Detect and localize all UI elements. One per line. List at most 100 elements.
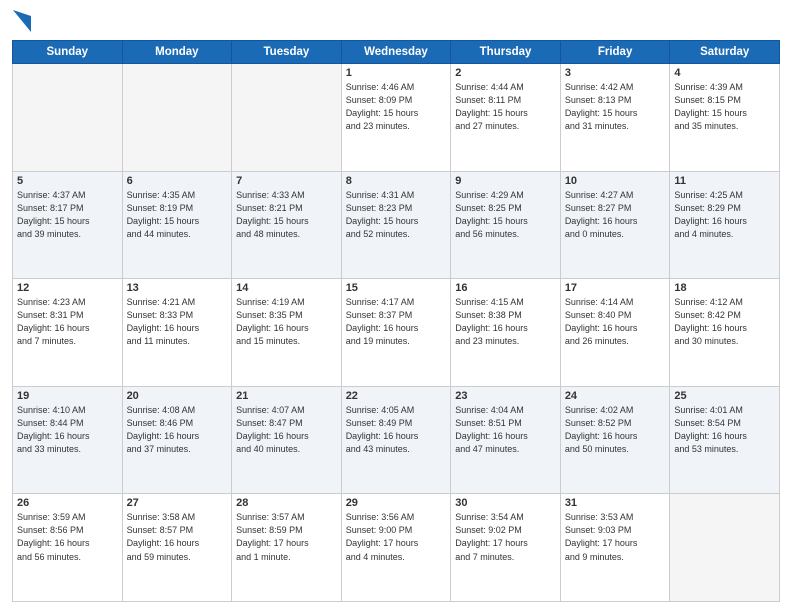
calendar-day-cell: 23 Sunrise: 4:04 AM Sunset: 8:51 PM Dayli… — [451, 386, 561, 494]
day-of-week-header: Sunday — [13, 41, 123, 64]
day-info: Sunrise: 4:35 AM Sunset: 8:19 PM Dayligh… — [127, 189, 228, 241]
calendar-day-cell: 15 Sunrise: 4:17 AM Sunset: 8:37 PM Dayli… — [341, 279, 451, 387]
calendar-day-cell: 21 Sunrise: 4:07 AM Sunset: 8:47 PM Dayli… — [232, 386, 342, 494]
day-number: 13 — [127, 282, 228, 294]
day-info: Sunrise: 4:44 AM Sunset: 8:11 PM Dayligh… — [455, 81, 556, 133]
day-info: Sunrise: 3:58 AM Sunset: 8:57 PM Dayligh… — [127, 511, 228, 563]
calendar-day-cell: 25 Sunrise: 4:01 AM Sunset: 8:54 PM Dayli… — [670, 386, 780, 494]
calendar-day-cell: 12 Sunrise: 4:23 AM Sunset: 8:31 PM Dayli… — [13, 279, 123, 387]
day-info: Sunrise: 3:57 AM Sunset: 8:59 PM Dayligh… — [236, 511, 337, 563]
day-info: Sunrise: 3:53 AM Sunset: 9:03 PM Dayligh… — [565, 511, 666, 563]
calendar-day-cell: 11 Sunrise: 4:25 AM Sunset: 8:29 PM Dayli… — [670, 171, 780, 279]
day-info: Sunrise: 4:01 AM Sunset: 8:54 PM Dayligh… — [674, 404, 775, 456]
day-info: Sunrise: 3:54 AM Sunset: 9:02 PM Dayligh… — [455, 511, 556, 563]
day-info: Sunrise: 4:23 AM Sunset: 8:31 PM Dayligh… — [17, 296, 118, 348]
day-info: Sunrise: 4:25 AM Sunset: 8:29 PM Dayligh… — [674, 189, 775, 241]
day-number: 11 — [674, 175, 775, 187]
calendar-day-cell: 29 Sunrise: 3:56 AM Sunset: 9:00 PM Dayli… — [341, 494, 451, 602]
calendar-day-cell: 30Sunrise: 3:54 AM Sunset: 9:02 PM Dayli… — [451, 494, 561, 602]
day-info: Sunrise: 4:17 AM Sunset: 8:37 PM Dayligh… — [346, 296, 447, 348]
day-number: 5 — [17, 175, 118, 187]
calendar-day-cell: 10 Sunrise: 4:27 AM Sunset: 8:27 PM Dayli… — [560, 171, 670, 279]
day-number: 18 — [674, 282, 775, 294]
day-number: 31 — [565, 497, 666, 509]
calendar-day-cell: 31 Sunrise: 3:53 AM Sunset: 9:03 PM Dayli… — [560, 494, 670, 602]
day-number: 20 — [127, 390, 228, 402]
day-number: 25 — [674, 390, 775, 402]
day-info: Sunrise: 4:29 AM Sunset: 8:25 PM Dayligh… — [455, 189, 556, 241]
calendar-day-cell: 5 Sunrise: 4:37 AM Sunset: 8:17 PM Daylig… — [13, 171, 123, 279]
calendar-day-cell: 6 Sunrise: 4:35 AM Sunset: 8:19 PM Daylig… — [122, 171, 232, 279]
logo-icon — [13, 10, 31, 32]
calendar-week-row: 1 Sunrise: 4:46 AM Sunset: 8:09 PM Daylig… — [13, 64, 780, 172]
day-info: Sunrise: 4:10 AM Sunset: 8:44 PM Dayligh… — [17, 404, 118, 456]
calendar-day-cell: 22 Sunrise: 4:05 AM Sunset: 8:49 PM Dayli… — [341, 386, 451, 494]
day-info: Sunrise: 4:08 AM Sunset: 8:46 PM Dayligh… — [127, 404, 228, 456]
logo — [12, 10, 31, 32]
day-number: 23 — [455, 390, 556, 402]
day-number: 24 — [565, 390, 666, 402]
day-info: Sunrise: 4:46 AM Sunset: 8:09 PM Dayligh… — [346, 81, 447, 133]
calendar-day-cell: 8 Sunrise: 4:31 AM Sunset: 8:23 PM Daylig… — [341, 171, 451, 279]
day-number: 16 — [455, 282, 556, 294]
page: SundayMondayTuesdayWednesdayThursdayFrid… — [0, 0, 792, 612]
calendar-day-cell: 9 Sunrise: 4:29 AM Sunset: 8:25 PM Daylig… — [451, 171, 561, 279]
day-number: 2 — [455, 67, 556, 79]
day-number: 29 — [346, 497, 447, 509]
day-number: 22 — [346, 390, 447, 402]
day-info: Sunrise: 4:27 AM Sunset: 8:27 PM Dayligh… — [565, 189, 666, 241]
calendar-day-cell: 18 Sunrise: 4:12 AM Sunset: 8:42 PM Dayli… — [670, 279, 780, 387]
calendar-week-row: 19 Sunrise: 4:10 AM Sunset: 8:44 PM Dayli… — [13, 386, 780, 494]
day-of-week-header: Tuesday — [232, 41, 342, 64]
calendar-day-cell: 1 Sunrise: 4:46 AM Sunset: 8:09 PM Daylig… — [341, 64, 451, 172]
day-of-week-header: Friday — [560, 41, 670, 64]
calendar-week-row: 26Sunrise: 3:59 AM Sunset: 8:56 PM Dayli… — [13, 494, 780, 602]
day-info: Sunrise: 4:31 AM Sunset: 8:23 PM Dayligh… — [346, 189, 447, 241]
day-info: Sunrise: 4:15 AM Sunset: 8:38 PM Dayligh… — [455, 296, 556, 348]
calendar-day-cell: 4Sunrise: 4:39 AM Sunset: 8:15 PM Daylig… — [670, 64, 780, 172]
calendar-day-cell: 26Sunrise: 3:59 AM Sunset: 8:56 PM Dayli… — [13, 494, 123, 602]
day-number: 19 — [17, 390, 118, 402]
calendar-day-cell: 13Sunrise: 4:21 AM Sunset: 8:33 PM Dayli… — [122, 279, 232, 387]
calendar-day-cell — [232, 64, 342, 172]
day-number: 28 — [236, 497, 337, 509]
day-number: 26 — [17, 497, 118, 509]
day-of-week-header: Thursday — [451, 41, 561, 64]
day-number: 14 — [236, 282, 337, 294]
day-info: Sunrise: 4:04 AM Sunset: 8:51 PM Dayligh… — [455, 404, 556, 456]
day-number: 6 — [127, 175, 228, 187]
day-number: 10 — [565, 175, 666, 187]
day-number: 21 — [236, 390, 337, 402]
calendar-day-cell: 28 Sunrise: 3:57 AM Sunset: 8:59 PM Dayli… — [232, 494, 342, 602]
day-number: 8 — [346, 175, 447, 187]
day-info: Sunrise: 4:12 AM Sunset: 8:42 PM Dayligh… — [674, 296, 775, 348]
day-number: 9 — [455, 175, 556, 187]
calendar-table: SundayMondayTuesdayWednesdayThursdayFrid… — [12, 40, 780, 602]
day-number: 17 — [565, 282, 666, 294]
day-info: Sunrise: 4:33 AM Sunset: 8:21 PM Dayligh… — [236, 189, 337, 241]
day-info: Sunrise: 4:42 AM Sunset: 8:13 PM Dayligh… — [565, 81, 666, 133]
calendar-day-cell: 27Sunrise: 3:58 AM Sunset: 8:57 PM Dayli… — [122, 494, 232, 602]
day-info: Sunrise: 4:05 AM Sunset: 8:49 PM Dayligh… — [346, 404, 447, 456]
calendar-day-cell: 14 Sunrise: 4:19 AM Sunset: 8:35 PM Dayli… — [232, 279, 342, 387]
calendar-week-row: 12 Sunrise: 4:23 AM Sunset: 8:31 PM Dayli… — [13, 279, 780, 387]
calendar-header-row: SundayMondayTuesdayWednesdayThursdayFrid… — [13, 41, 780, 64]
day-info: Sunrise: 4:37 AM Sunset: 8:17 PM Dayligh… — [17, 189, 118, 241]
calendar-day-cell: 17 Sunrise: 4:14 AM Sunset: 8:40 PM Dayli… — [560, 279, 670, 387]
day-of-week-header: Monday — [122, 41, 232, 64]
calendar-day-cell: 24Sunrise: 4:02 AM Sunset: 8:52 PM Dayli… — [560, 386, 670, 494]
day-info: Sunrise: 4:14 AM Sunset: 8:40 PM Dayligh… — [565, 296, 666, 348]
calendar-day-cell — [122, 64, 232, 172]
day-info: Sunrise: 4:07 AM Sunset: 8:47 PM Dayligh… — [236, 404, 337, 456]
calendar-day-cell — [13, 64, 123, 172]
header — [12, 10, 780, 32]
day-number: 1 — [346, 67, 447, 79]
day-info: Sunrise: 3:56 AM Sunset: 9:00 PM Dayligh… — [346, 511, 447, 563]
day-number: 3 — [565, 67, 666, 79]
calendar-day-cell — [670, 494, 780, 602]
day-number: 12 — [17, 282, 118, 294]
calendar-day-cell: 3 Sunrise: 4:42 AM Sunset: 8:13 PM Daylig… — [560, 64, 670, 172]
day-info: Sunrise: 4:19 AM Sunset: 8:35 PM Dayligh… — [236, 296, 337, 348]
day-of-week-header: Saturday — [670, 41, 780, 64]
day-number: 15 — [346, 282, 447, 294]
